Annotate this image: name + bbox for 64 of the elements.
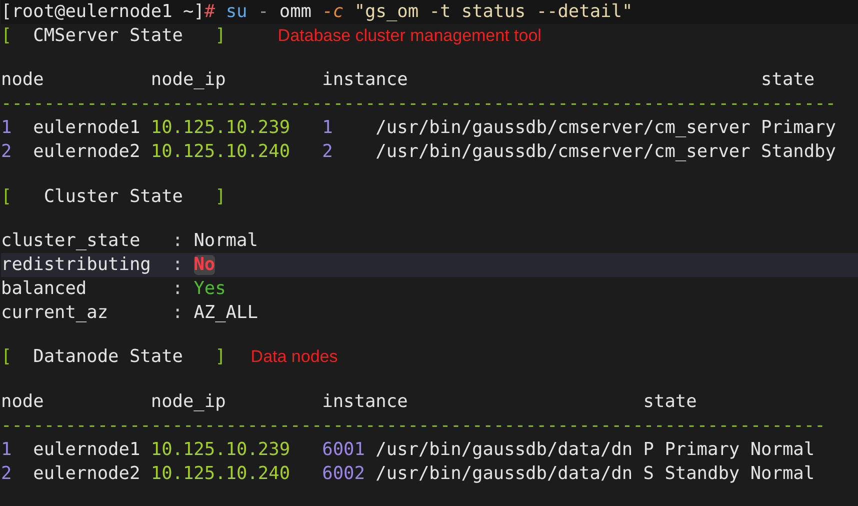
command-token: su	[226, 0, 248, 24]
instance-state: Standby	[761, 140, 836, 164]
section-title: Datanode State	[32, 345, 184, 370]
command-token: -	[258, 0, 269, 24]
column-header: node_ip	[150, 68, 227, 92]
field-key: cluster_state	[1, 228, 172, 253]
column-header: instance	[322, 68, 409, 92]
colon: :	[172, 230, 183, 251]
section-title: CMServer State	[32, 24, 184, 48]
shell-prompt: [root@eulernode1 ~]	[1, 0, 204, 24]
instance-id: 2	[322, 140, 334, 164]
row-number: 2	[1, 140, 13, 164]
row-number: 2	[1, 462, 13, 486]
ip-address: 10.125.10.240	[150, 462, 292, 486]
section-title: Cluster State	[42, 184, 184, 209]
ip-address: 10.125.10.239	[150, 116, 292, 140]
colon: :	[172, 278, 183, 299]
instance-state: P Primary Normal	[643, 438, 815, 462]
field-value: No	[194, 254, 216, 275]
field-key: current_az	[1, 300, 172, 325]
bracket: ]	[215, 24, 226, 48]
column-header: state	[761, 68, 815, 92]
colon: :	[172, 302, 183, 323]
command-token: "gs_om -t status --detail"	[354, 0, 633, 24]
colon: :	[172, 254, 183, 275]
divider-dashes: -----------------------------------------------------------------------------	[1, 414, 826, 438]
annotation: Database cluster management tool	[278, 25, 542, 47]
field-value: AZ_ALL	[194, 300, 258, 325]
instance-id: 6002	[322, 462, 366, 486]
bracket: [	[1, 24, 12, 48]
bracket: ]	[215, 345, 226, 370]
annotation: Data nodes	[250, 346, 338, 368]
instance-path: /usr/bin/gaussdb/data/dn	[376, 462, 634, 486]
column-header: node_ip	[150, 390, 227, 414]
prompt-symbol: #	[204, 0, 216, 24]
instance-path: /usr/bin/gaussdb/cmserver/cm_server	[376, 140, 752, 164]
field-value: Normal	[194, 228, 258, 253]
instance-state: Primary	[761, 116, 836, 140]
instance-path: /usr/bin/gaussdb/cmserver/cm_server	[376, 116, 752, 140]
instance-id: 6001	[322, 438, 366, 462]
instance-id: 1	[322, 116, 334, 140]
field-key: redistributing	[1, 252, 172, 277]
column-header: node	[1, 68, 45, 92]
row-number: 1	[1, 438, 13, 462]
node-name: eulernode1	[33, 116, 142, 140]
row-number: 1	[1, 116, 13, 140]
instance-state: S Standby Normal	[643, 462, 815, 486]
ip-address: 10.125.10.240	[150, 140, 292, 164]
column-header: state	[643, 390, 697, 414]
field-value: Yes	[194, 276, 226, 301]
node-name: eulernode2	[33, 462, 142, 486]
field-key: balanced	[1, 276, 172, 301]
bracket: [	[1, 184, 12, 209]
ip-address: 10.125.10.239	[150, 438, 292, 462]
column-header: instance	[322, 390, 409, 414]
bracket: ]	[215, 184, 226, 209]
command-token: -c	[322, 0, 344, 24]
node-name: eulernode1	[33, 438, 142, 462]
node-name: eulernode2	[33, 140, 142, 164]
command-token: omm	[279, 0, 312, 24]
divider-dashes: ------------------------------------------------------------------------------	[1, 92, 836, 116]
column-header: node	[1, 390, 45, 414]
bracket: [	[1, 345, 12, 370]
instance-path: /usr/bin/gaussdb/data/dn	[376, 438, 634, 462]
